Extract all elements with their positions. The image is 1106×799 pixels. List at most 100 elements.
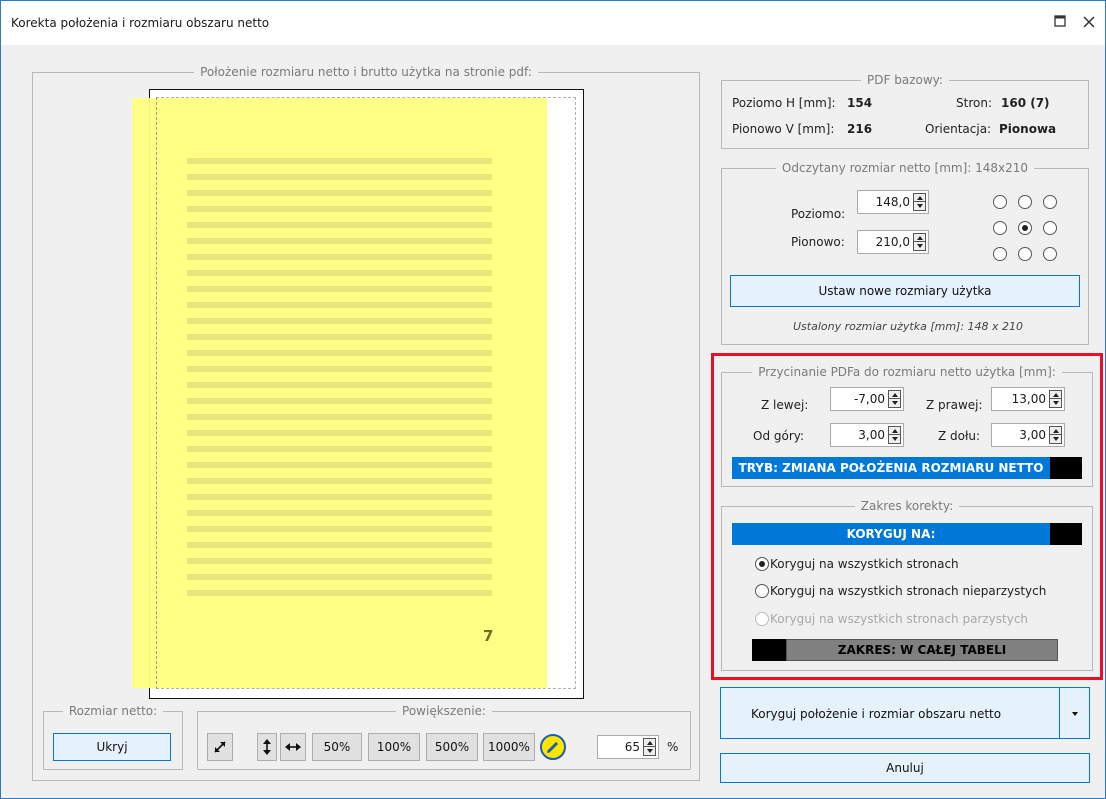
set-new-size-button[interactable]: Ustaw nowe rozmiary użytka xyxy=(730,275,1080,307)
dialog-window: Korekta położenia i rozmiaru obszaru net… xyxy=(0,0,1106,799)
spinner-arrows-icon[interactable] xyxy=(1049,426,1062,444)
orientation-value: Pionowa xyxy=(999,122,1057,136)
scope-even-pages-label: Koryguj na wszystkich stronach parzystyc… xyxy=(770,612,1029,626)
zoom-1000-button[interactable]: 1000% xyxy=(483,733,535,761)
close-icon[interactable] xyxy=(1079,13,1099,33)
placeholder-text-line xyxy=(187,430,492,436)
right-value: 13,00 xyxy=(1011,392,1046,406)
placeholder-text-line xyxy=(187,206,492,212)
pdf-base-group: PDF bazowy: xyxy=(721,73,1089,149)
netto-area-overlay xyxy=(132,98,547,688)
placeholder-text-line xyxy=(187,238,492,244)
top-spinner[interactable]: 3,00 xyxy=(830,423,904,447)
spinner-arrows-icon[interactable] xyxy=(1049,390,1062,408)
placeholder-text-line xyxy=(187,158,492,164)
horizontal-h-value: 154 xyxy=(847,96,873,110)
zoom-value: 65 xyxy=(624,740,640,754)
anchor-top-right-radio[interactable] xyxy=(1043,195,1057,209)
pages-value: 160 (7) xyxy=(1001,96,1050,110)
top-label: Od góry: xyxy=(753,429,805,443)
scope-all-pages-label[interactable]: Koryguj na wszystkich stronach xyxy=(770,557,959,571)
spinner-arrows-icon[interactable] xyxy=(913,193,926,211)
zoom-500-button[interactable]: 500% xyxy=(426,733,478,761)
bottom-spinner[interactable]: 3,00 xyxy=(991,423,1065,447)
anchor-bottom-right-radio[interactable] xyxy=(1043,247,1057,261)
placeholder-text-line xyxy=(187,222,492,228)
placeholder-text-line xyxy=(187,494,492,500)
correct-on-bar: KORYGUJ NA: xyxy=(732,523,1082,545)
fit-width-icon[interactable] xyxy=(280,733,306,761)
placeholder-text-line xyxy=(187,462,492,468)
placeholder-text-line xyxy=(187,558,492,564)
horizontal-spinner[interactable]: 148,0 xyxy=(857,190,929,214)
placeholder-text-line xyxy=(187,414,492,420)
right-spinner[interactable]: 13,00 xyxy=(991,387,1065,411)
vertical-v-label: Pionowo V [mm]: xyxy=(732,122,835,136)
title-bar: Korekta położenia i rozmiaru obszaru net… xyxy=(1,1,1105,45)
zoom-100-button[interactable]: 100% xyxy=(368,733,420,761)
vertical-value: 210,0 xyxy=(875,235,910,249)
placeholder-text-line xyxy=(187,254,492,260)
scope-all-pages-radio[interactable] xyxy=(755,557,769,571)
placeholder-text-line xyxy=(187,446,492,452)
anchor-bottom-center-radio[interactable] xyxy=(1018,247,1032,261)
netto-size-legend: Rozmiar netto: xyxy=(68,704,158,718)
vertical-v-value: 216 xyxy=(847,122,873,136)
spinner-arrows-icon[interactable] xyxy=(888,390,901,408)
orientation-label: Orientacja: xyxy=(925,122,992,136)
pdf-page-preview[interactable]: 7 xyxy=(132,89,584,699)
horizontal-h-label: Poziomo H [mm]: xyxy=(732,96,836,110)
spinner-arrows-icon[interactable] xyxy=(913,233,926,251)
trim-left-line xyxy=(156,97,157,689)
placeholder-text-line xyxy=(187,478,492,484)
placeholder-text-line xyxy=(187,510,492,516)
set-size-note: Ustalony rozmiar użytka [mm]: 148 x 210 xyxy=(793,320,1024,333)
scope-odd-pages-label[interactable]: Koryguj na wszystkich stronach nieparzys… xyxy=(770,584,1046,598)
vertical-label: Pionowo: xyxy=(791,235,845,249)
placeholder-text-line xyxy=(187,286,492,292)
placeholder-text-line xyxy=(187,302,492,308)
anchor-middle-right-radio[interactable] xyxy=(1043,221,1057,235)
page-number: 7 xyxy=(483,627,494,645)
placeholder-text-line xyxy=(187,526,492,532)
apply-correction-button[interactable]: Koryguj położenie i rozmiar obszaru nett… xyxy=(720,687,1090,739)
read-size-legend: Odczytany rozmiar netto [mm]: 148x210 xyxy=(781,161,1029,175)
horizontal-label: Poziomo: xyxy=(791,207,846,221)
scope-odd-pages-radio[interactable] xyxy=(755,584,769,598)
placeholder-text-line xyxy=(187,174,492,180)
bottom-label: Z dołu: xyxy=(938,429,981,443)
horizontal-value: 148,0 xyxy=(875,195,910,209)
anchor-middle-left-radio[interactable] xyxy=(993,221,1007,235)
pencil-icon[interactable] xyxy=(540,734,566,760)
fit-height-icon[interactable] xyxy=(257,733,277,761)
placeholder-text-line xyxy=(187,590,492,596)
top-value: 3,00 xyxy=(858,428,885,442)
hide-button[interactable]: Ukryj xyxy=(53,733,171,761)
dropdown-arrow-icon[interactable] xyxy=(1059,688,1089,738)
cancel-button[interactable]: Anuluj xyxy=(720,753,1090,783)
range-bar: ZAKRES: W CAŁEJ TABELI xyxy=(752,639,1058,661)
apply-correction-label: Koryguj położenie i rozmiar obszaru nett… xyxy=(751,707,1002,721)
placeholder-text-line xyxy=(187,350,492,356)
anchor-center-radio[interactable] xyxy=(1018,221,1032,235)
spinner-arrows-icon[interactable] xyxy=(888,426,901,444)
bottom-value: 3,00 xyxy=(1019,428,1046,442)
vertical-spinner[interactable]: 210,0 xyxy=(857,230,929,254)
left-spinner[interactable]: -7,00 xyxy=(830,387,904,411)
placeholder-text-line xyxy=(187,270,492,276)
zoom-unit: % xyxy=(667,740,679,754)
anchor-top-left-radio[interactable] xyxy=(993,195,1007,209)
scope-legend: Zakres korekty: xyxy=(860,499,954,513)
anchor-bottom-left-radio[interactable] xyxy=(993,247,1007,261)
placeholder-text-line xyxy=(187,398,492,404)
right-label: Z prawej: xyxy=(926,398,983,412)
fit-page-icon[interactable] xyxy=(207,733,233,761)
placeholder-text-line xyxy=(187,542,492,548)
anchor-top-center-radio[interactable] xyxy=(1018,195,1032,209)
spinner-arrows-icon[interactable] xyxy=(643,738,656,756)
left-label: Z lewej: xyxy=(761,398,809,412)
zoom-50-button[interactable]: 50% xyxy=(312,733,362,761)
preview-legend: Położenie rozmiaru netto i brutto użytka… xyxy=(200,65,532,79)
maximize-icon[interactable] xyxy=(1050,13,1070,33)
zoom-value-spinner[interactable]: 65 xyxy=(597,735,659,759)
